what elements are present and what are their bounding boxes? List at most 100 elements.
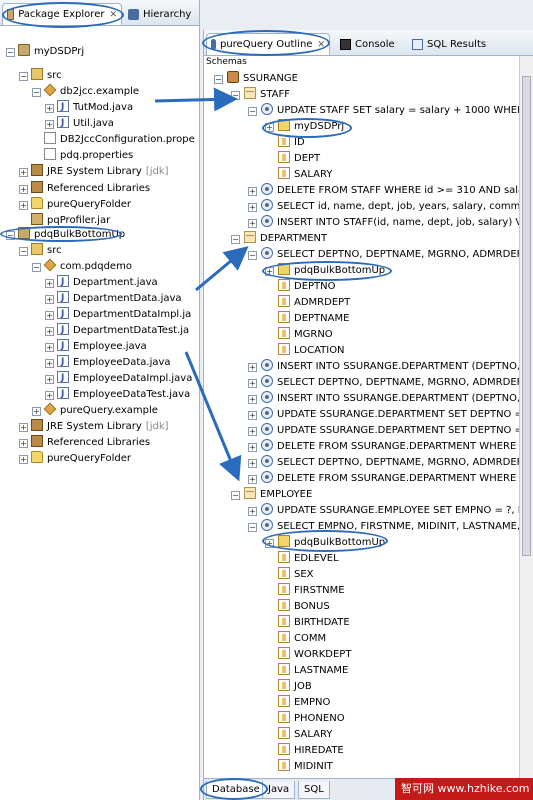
tree-item[interactable]: + JRE System Library [jdk] <box>19 164 169 180</box>
tree-item[interactable]: pdq.properties <box>44 148 133 164</box>
tree-item[interactable]: − EMPLOYEE <box>231 487 312 503</box>
expand-icon[interactable]: + <box>45 359 54 368</box>
expand-icon[interactable]: + <box>248 379 257 388</box>
tree-item[interactable]: + Util.java <box>45 115 114 132</box>
expand-icon[interactable]: + <box>248 411 257 420</box>
collapse-icon[interactable]: − <box>248 251 257 260</box>
expand-icon[interactable]: + <box>45 343 54 352</box>
expand-icon[interactable]: + <box>265 123 274 132</box>
sql-statement-item[interactable]: + SELECT DEPTNO, DEPTNAME, MGRNO, ADMRDEP… <box>248 455 533 471</box>
expand-icon[interactable]: + <box>19 168 28 177</box>
tree-item[interactable]: + DepartmentDataTest.ja <box>45 322 189 339</box>
expand-icon[interactable]: + <box>265 267 274 276</box>
sql-statement-item[interactable]: − SELECT DEPTNO, DEPTNAME, MGRNO, ADMRDEP… <box>248 247 533 263</box>
expand-icon[interactable]: + <box>248 443 257 452</box>
expand-icon[interactable]: + <box>248 427 257 436</box>
collapse-icon[interactable]: − <box>231 91 240 100</box>
expand-icon[interactable]: + <box>45 391 54 400</box>
column-item[interactable]: EDLEVEL <box>278 551 339 567</box>
column-item[interactable]: COMM <box>278 631 326 647</box>
sql-statement-item[interactable]: + UPDATE SSURANGE.DEPARTMENT SET DEPTNO =… <box>248 423 533 439</box>
close-icon[interactable]: ✕ <box>109 10 117 20</box>
tree-item[interactable]: + pdqBulkBottomUp <box>265 263 385 279</box>
tree-item[interactable]: + TutMod.java <box>45 99 133 116</box>
sql-statement-item[interactable]: + INSERT INTO SSURANGE.DEPARTMENT (DEPTNO… <box>248 391 533 407</box>
sql-statement-item[interactable]: + DELETE FROM SSURANGE.DEPARTMENT WHERE D… <box>248 439 533 455</box>
collapse-icon[interactable]: − <box>231 235 240 244</box>
tree-item[interactable]: DB2JccConfiguration.prope <box>44 132 195 148</box>
column-item[interactable]: PHONENO <box>278 711 345 727</box>
expand-icon[interactable]: + <box>265 539 274 548</box>
column-item[interactable]: ADMRDEPT <box>278 295 350 311</box>
close-icon[interactable]: ✕ <box>317 40 325 50</box>
tree-item[interactable]: − com.pdqdemo <box>32 258 132 275</box>
expand-icon[interactable]: + <box>45 104 54 113</box>
tree-item[interactable]: + pureQuery.example <box>32 402 158 419</box>
sql-statement-item[interactable]: + SELECT DEPTNO, DEPTNAME, MGRNO, ADMRDEP… <box>248 375 533 391</box>
expand-icon[interactable]: + <box>248 219 257 228</box>
expand-icon[interactable]: + <box>19 201 28 210</box>
expand-icon[interactable]: + <box>45 120 54 129</box>
tab-sql-results[interactable]: SQL Results <box>408 33 494 55</box>
sql-statement-item[interactable]: + UPDATE SSURANGE.DEPARTMENT SET DEPTNO =… <box>248 407 533 423</box>
column-item[interactable]: LOCATION <box>278 343 345 359</box>
column-item[interactable]: JOB <box>278 679 312 695</box>
collapse-icon[interactable]: − <box>19 72 28 81</box>
tree-item[interactable]: − pdqBulkBottomUp <box>6 227 125 243</box>
tab-package-explorer[interactable]: Package Explorer ✕ <box>2 3 122 25</box>
column-item[interactable]: ID <box>278 135 305 151</box>
collapse-icon[interactable]: − <box>32 263 41 272</box>
scrollbar-thumb[interactable] <box>522 76 531 556</box>
tree-item[interactable]: − myDSDPrj <box>6 44 84 60</box>
column-item[interactable]: WORKDEPT <box>278 647 351 663</box>
collapse-icon[interactable]: − <box>6 231 15 240</box>
expand-icon[interactable]: + <box>19 439 28 448</box>
sql-statement-item[interactable]: + UPDATE SSURANGE.EMPLOYEE SET EMPNO = ?,… <box>248 503 533 519</box>
expand-icon[interactable]: + <box>45 327 54 336</box>
tree-item[interactable]: + Referenced Libraries <box>19 435 150 451</box>
column-item[interactable]: SALARY <box>278 167 332 183</box>
expand-icon[interactable]: + <box>45 311 54 320</box>
collapse-icon[interactable]: − <box>19 247 28 256</box>
expand-icon[interactable]: + <box>19 455 28 464</box>
sql-statement-item[interactable]: + SELECT id, name, dept, job, years, sala… <box>248 199 533 215</box>
column-item[interactable]: HIREDATE <box>278 743 344 759</box>
expand-icon[interactable]: + <box>248 507 257 516</box>
collapse-icon[interactable]: − <box>214 75 223 84</box>
tab-java[interactable]: Java <box>262 781 296 799</box>
tab-purequery-outline[interactable]: pureQuery Outline ✕ <box>206 33 330 55</box>
tree-item[interactable]: + Referenced Libraries <box>19 181 150 197</box>
expand-icon[interactable]: + <box>248 459 257 468</box>
tree-item[interactable]: − db2jcc.example <box>32 83 139 100</box>
collapse-icon[interactable]: − <box>6 48 15 57</box>
sql-statement-item[interactable]: + INSERT INTO SSURANGE.DEPARTMENT (DEPTNO… <box>248 359 533 375</box>
expand-icon[interactable]: + <box>248 363 257 372</box>
expand-icon[interactable]: + <box>248 395 257 404</box>
collapse-icon[interactable]: − <box>248 107 257 116</box>
tree-item[interactable]: + myDSDPrj <box>265 119 344 135</box>
sql-statement-item[interactable]: − UPDATE STAFF SET salary = salary + 1000… <box>248 103 533 119</box>
expand-icon[interactable]: + <box>45 295 54 304</box>
tree-item[interactable]: + DepartmentData.java <box>45 290 182 307</box>
sql-statement-item[interactable]: + DELETE FROM SSURANGE.DEPARTMENT WHERE D… <box>248 471 533 487</box>
expand-icon[interactable]: + <box>45 375 54 384</box>
column-item[interactable]: DEPT <box>278 151 320 167</box>
sql-statement-item[interactable]: − SELECT EMPNO, FIRSTNME, MIDINIT, LASTNA… <box>248 519 533 535</box>
column-item[interactable]: LASTNAME <box>278 663 348 679</box>
column-item[interactable]: EMPNO <box>278 695 330 711</box>
expand-icon[interactable]: + <box>32 407 41 416</box>
tree-item[interactable]: − src <box>19 68 62 84</box>
column-item[interactable]: MGRNO <box>278 327 333 343</box>
column-item[interactable]: FIRSTNME <box>278 583 345 599</box>
tree-item[interactable]: − STAFF <box>231 87 290 103</box>
tree-item[interactable]: + EmployeeData.java <box>45 354 171 371</box>
tab-sql[interactable]: SQL <box>298 781 330 799</box>
tree-item[interactable]: − SSURANGE <box>214 71 298 87</box>
tree-item[interactable]: + Department.java <box>45 274 158 291</box>
tab-hierarchy[interactable]: Hierarchy <box>124 3 199 25</box>
expand-icon[interactable]: + <box>248 203 257 212</box>
tree-item[interactable]: + EmployeeDataImpl.java <box>45 370 192 387</box>
expand-icon[interactable]: + <box>248 475 257 484</box>
tab-database[interactable]: Database <box>206 781 266 799</box>
tree-item[interactable]: + EmployeeDataTest.java <box>45 386 190 403</box>
